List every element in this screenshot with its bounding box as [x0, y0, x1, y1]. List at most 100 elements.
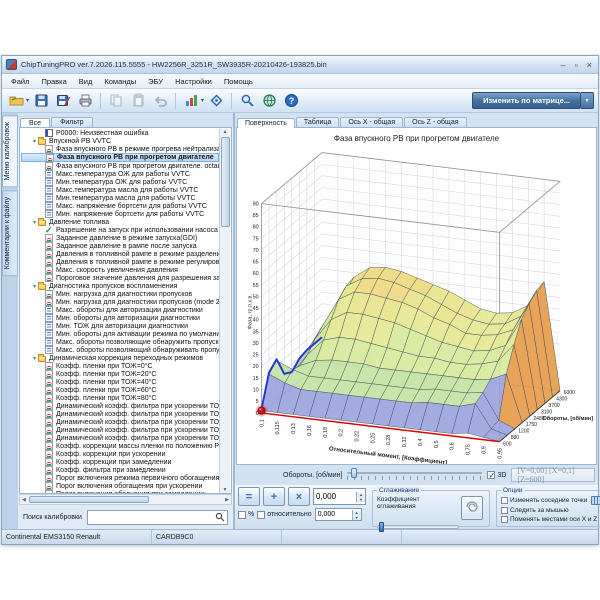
option-1[interactable]: Следить за мышью: [501, 507, 600, 514]
view-3d-checkbox[interactable]: [487, 471, 495, 479]
tree-item[interactable]: Динамический коэфф. фильтра при ускорени…: [21, 402, 219, 410]
view-tab-2[interactable]: Ось X - общая: [340, 117, 403, 127]
option-0[interactable]: Изменять соседние точки: [501, 496, 600, 505]
tree-horizontal-scrollbar[interactable]: ◀▶: [19, 494, 232, 505]
smoothing-slider[interactable]: [377, 522, 459, 532]
rpm-slider-handle[interactable]: [351, 468, 357, 478]
tree-item[interactable]: Коэфф. коррекции при ускорении: [21, 450, 219, 458]
add-value-button[interactable]: +: [263, 487, 285, 506]
percent-checkbox[interactable]: [238, 511, 246, 519]
tree-item[interactable]: Мин. нагрузка для диагностики пропусков …: [21, 298, 219, 306]
expand-icon[interactable]: ▾: [31, 138, 38, 145]
menu-Правка[interactable]: Правка: [35, 76, 72, 87]
option-checkbox-1[interactable]: [501, 507, 508, 514]
tree-item[interactable]: Мин. обороты для активации режима по умо…: [21, 330, 219, 338]
tree-item[interactable]: Заданное давление в рампе после запуска: [21, 242, 219, 250]
tree-item[interactable]: ▾Впускной РВ VVTC: [21, 137, 219, 145]
view-tab-0[interactable]: Поверхность: [237, 118, 295, 128]
zoom-button[interactable]: [237, 91, 257, 111]
scroll-down-icon[interactable]: ▼: [223, 487, 228, 493]
tree-item[interactable]: Макс.температура масла для работы VVTC: [21, 186, 219, 194]
tree-item[interactable]: Мин. нагрузка для диагностики пропусков: [21, 290, 219, 298]
tree-item[interactable]: Мин. обороты для авторизации диагностики: [21, 314, 219, 322]
tree-item[interactable]: Порог включения обеднения при замедлении: [21, 490, 219, 493]
search-input[interactable]: [90, 513, 215, 522]
tree-item[interactable]: Коэфф. пленки при ТОЖ=80°С: [21, 394, 219, 402]
tree-item[interactable]: Заданное давление в режиме запуска(GDI): [21, 234, 219, 242]
tree-item[interactable]: Фаза впускного РВ при прогретом двигател…: [21, 153, 219, 162]
save-as-button[interactable]: [53, 91, 73, 111]
tree-item[interactable]: Давления в топливной рампе в режиме регу…: [21, 258, 219, 266]
print-button[interactable]: [75, 91, 95, 111]
option-checkbox-2[interactable]: [501, 516, 508, 523]
scroll-thumb[interactable]: [221, 137, 230, 227]
open-file-button[interactable]: [6, 91, 26, 111]
expand-icon[interactable]: ▾: [31, 355, 38, 362]
minimize-button[interactable]: –: [561, 60, 566, 70]
value-spinner[interactable]: ▲▼: [356, 492, 365, 502]
menu-Вид[interactable]: Вид: [73, 76, 99, 87]
matrix-button[interactable]: Изменить по матрице...: [472, 92, 581, 109]
tree-item[interactable]: Разрешение на запуск при использовании н…: [21, 226, 219, 234]
scroll-up-icon[interactable]: ▲: [223, 129, 228, 135]
option-2[interactable]: Поменять местами оси X и Z: [501, 516, 600, 523]
tree-item[interactable]: Мин. напряжение бортсети для работы VVTC: [21, 210, 219, 218]
tree-item[interactable]: Коэфф. пленки при ТОЖ=40°С: [21, 378, 219, 386]
tree-item[interactable]: Коэфф. коррекции массы пленки по положен…: [21, 442, 219, 450]
tree-item[interactable]: Фаза впускного РВ при прогретом двигател…: [21, 162, 219, 170]
tree-item[interactable]: Фаза впускного РВ в режиме прогрева нейт…: [21, 145, 219, 153]
chart-dropdown-caret[interactable]: ▾: [201, 97, 204, 104]
tree-item[interactable]: Коэфф. коррекции при замедлении: [21, 458, 219, 466]
save-button[interactable]: [31, 91, 51, 111]
tree-item[interactable]: P0000: Неизвестная ошибка: [21, 129, 219, 137]
tree-item[interactable]: ▾Динамическая коррекция переходных режим…: [21, 354, 219, 362]
tree-item[interactable]: ▾Диагностика пропусков воспламенения: [21, 282, 219, 290]
view-tab-1[interactable]: Таблица: [296, 117, 339, 127]
paste-button[interactable]: [128, 91, 148, 111]
tree-item[interactable]: Давления в топливной рампе в режиме разд…: [21, 250, 219, 258]
rpm-slider[interactable]: [347, 468, 482, 482]
help-button[interactable]: ?: [281, 91, 301, 111]
tree-item[interactable]: Мин.температура ОЖ для работы VVTC: [21, 178, 219, 186]
tree-item[interactable]: Коэфф. пленки при ТОЖ=60°С: [21, 386, 219, 394]
relative-toggle[interactable]: относительно: [257, 511, 311, 519]
search-icon[interactable]: [215, 512, 225, 522]
tree-item[interactable]: Коэфф. пленки при ТОЖ=20°С: [21, 370, 219, 378]
apply-smoothing-button[interactable]: [461, 496, 483, 520]
menu-Помощь[interactable]: Помощь: [218, 76, 259, 87]
tree-item[interactable]: Мин. ТОЖ для авторизации диагностики: [21, 322, 219, 330]
open-dropdown-caret[interactable]: ▾: [26, 97, 29, 104]
tree-item[interactable]: Мин.температура масла для работы VVTC: [21, 194, 219, 202]
tree-item[interactable]: Макс. обороты позволяющий обнаруживать п…: [21, 346, 219, 354]
refresh-button[interactable]: [259, 91, 279, 111]
tree-tab-1[interactable]: Фильтр: [51, 117, 93, 127]
tree-item[interactable]: Динамический коэфф. фильтра при ускорени…: [21, 410, 219, 418]
menu-ЭБУ[interactable]: ЭБУ: [142, 76, 169, 87]
scroll-left-icon[interactable]: ◀: [22, 497, 26, 503]
tree-item[interactable]: Коэфф. пленки при ТОЖ=0°С: [21, 362, 219, 370]
set-value-button[interactable]: =: [238, 487, 260, 506]
tree-item[interactable]: Порог включения режима первичного обогащ…: [21, 474, 219, 482]
value-input[interactable]: [314, 492, 356, 501]
view-3d-toggle[interactable]: 3D: [487, 471, 506, 479]
tree-item[interactable]: Макс. напряжение бортсети для работы VVT…: [21, 202, 219, 210]
view-tab-3[interactable]: Ось Z - общая: [404, 117, 466, 127]
close-button[interactable]: ×: [587, 60, 592, 70]
relative-input[interactable]: [316, 511, 352, 518]
maximize-button[interactable]: ▫: [575, 60, 578, 70]
relative-checkbox[interactable]: [257, 511, 265, 519]
option-checkbox-0[interactable]: [501, 497, 508, 504]
tree-vertical-scrollbar[interactable]: ▲▼: [219, 129, 230, 493]
tree-item[interactable]: Коэфф. фильтра при замедлении: [21, 466, 219, 474]
scroll-thumb-h[interactable]: [29, 496, 149, 503]
tree-item[interactable]: Порог включения обогащения при ускорении: [21, 482, 219, 490]
tree-item[interactable]: Динамический коэфф. фильтра при ускорени…: [21, 418, 219, 426]
copy-button[interactable]: [106, 91, 126, 111]
matrix-dropdown-caret[interactable]: ▾: [581, 92, 594, 109]
tree-item[interactable]: Пороговое значение давления для разрешен…: [21, 274, 219, 282]
tree-item[interactable]: Динамический коэфф. фильтра при ускорени…: [21, 426, 219, 434]
smoothing-handle[interactable]: [379, 522, 384, 532]
relative-spinner[interactable]: ▲▼: [352, 510, 361, 520]
expand-icon[interactable]: ▾: [31, 219, 38, 226]
chart-view-button[interactable]: [181, 91, 201, 111]
